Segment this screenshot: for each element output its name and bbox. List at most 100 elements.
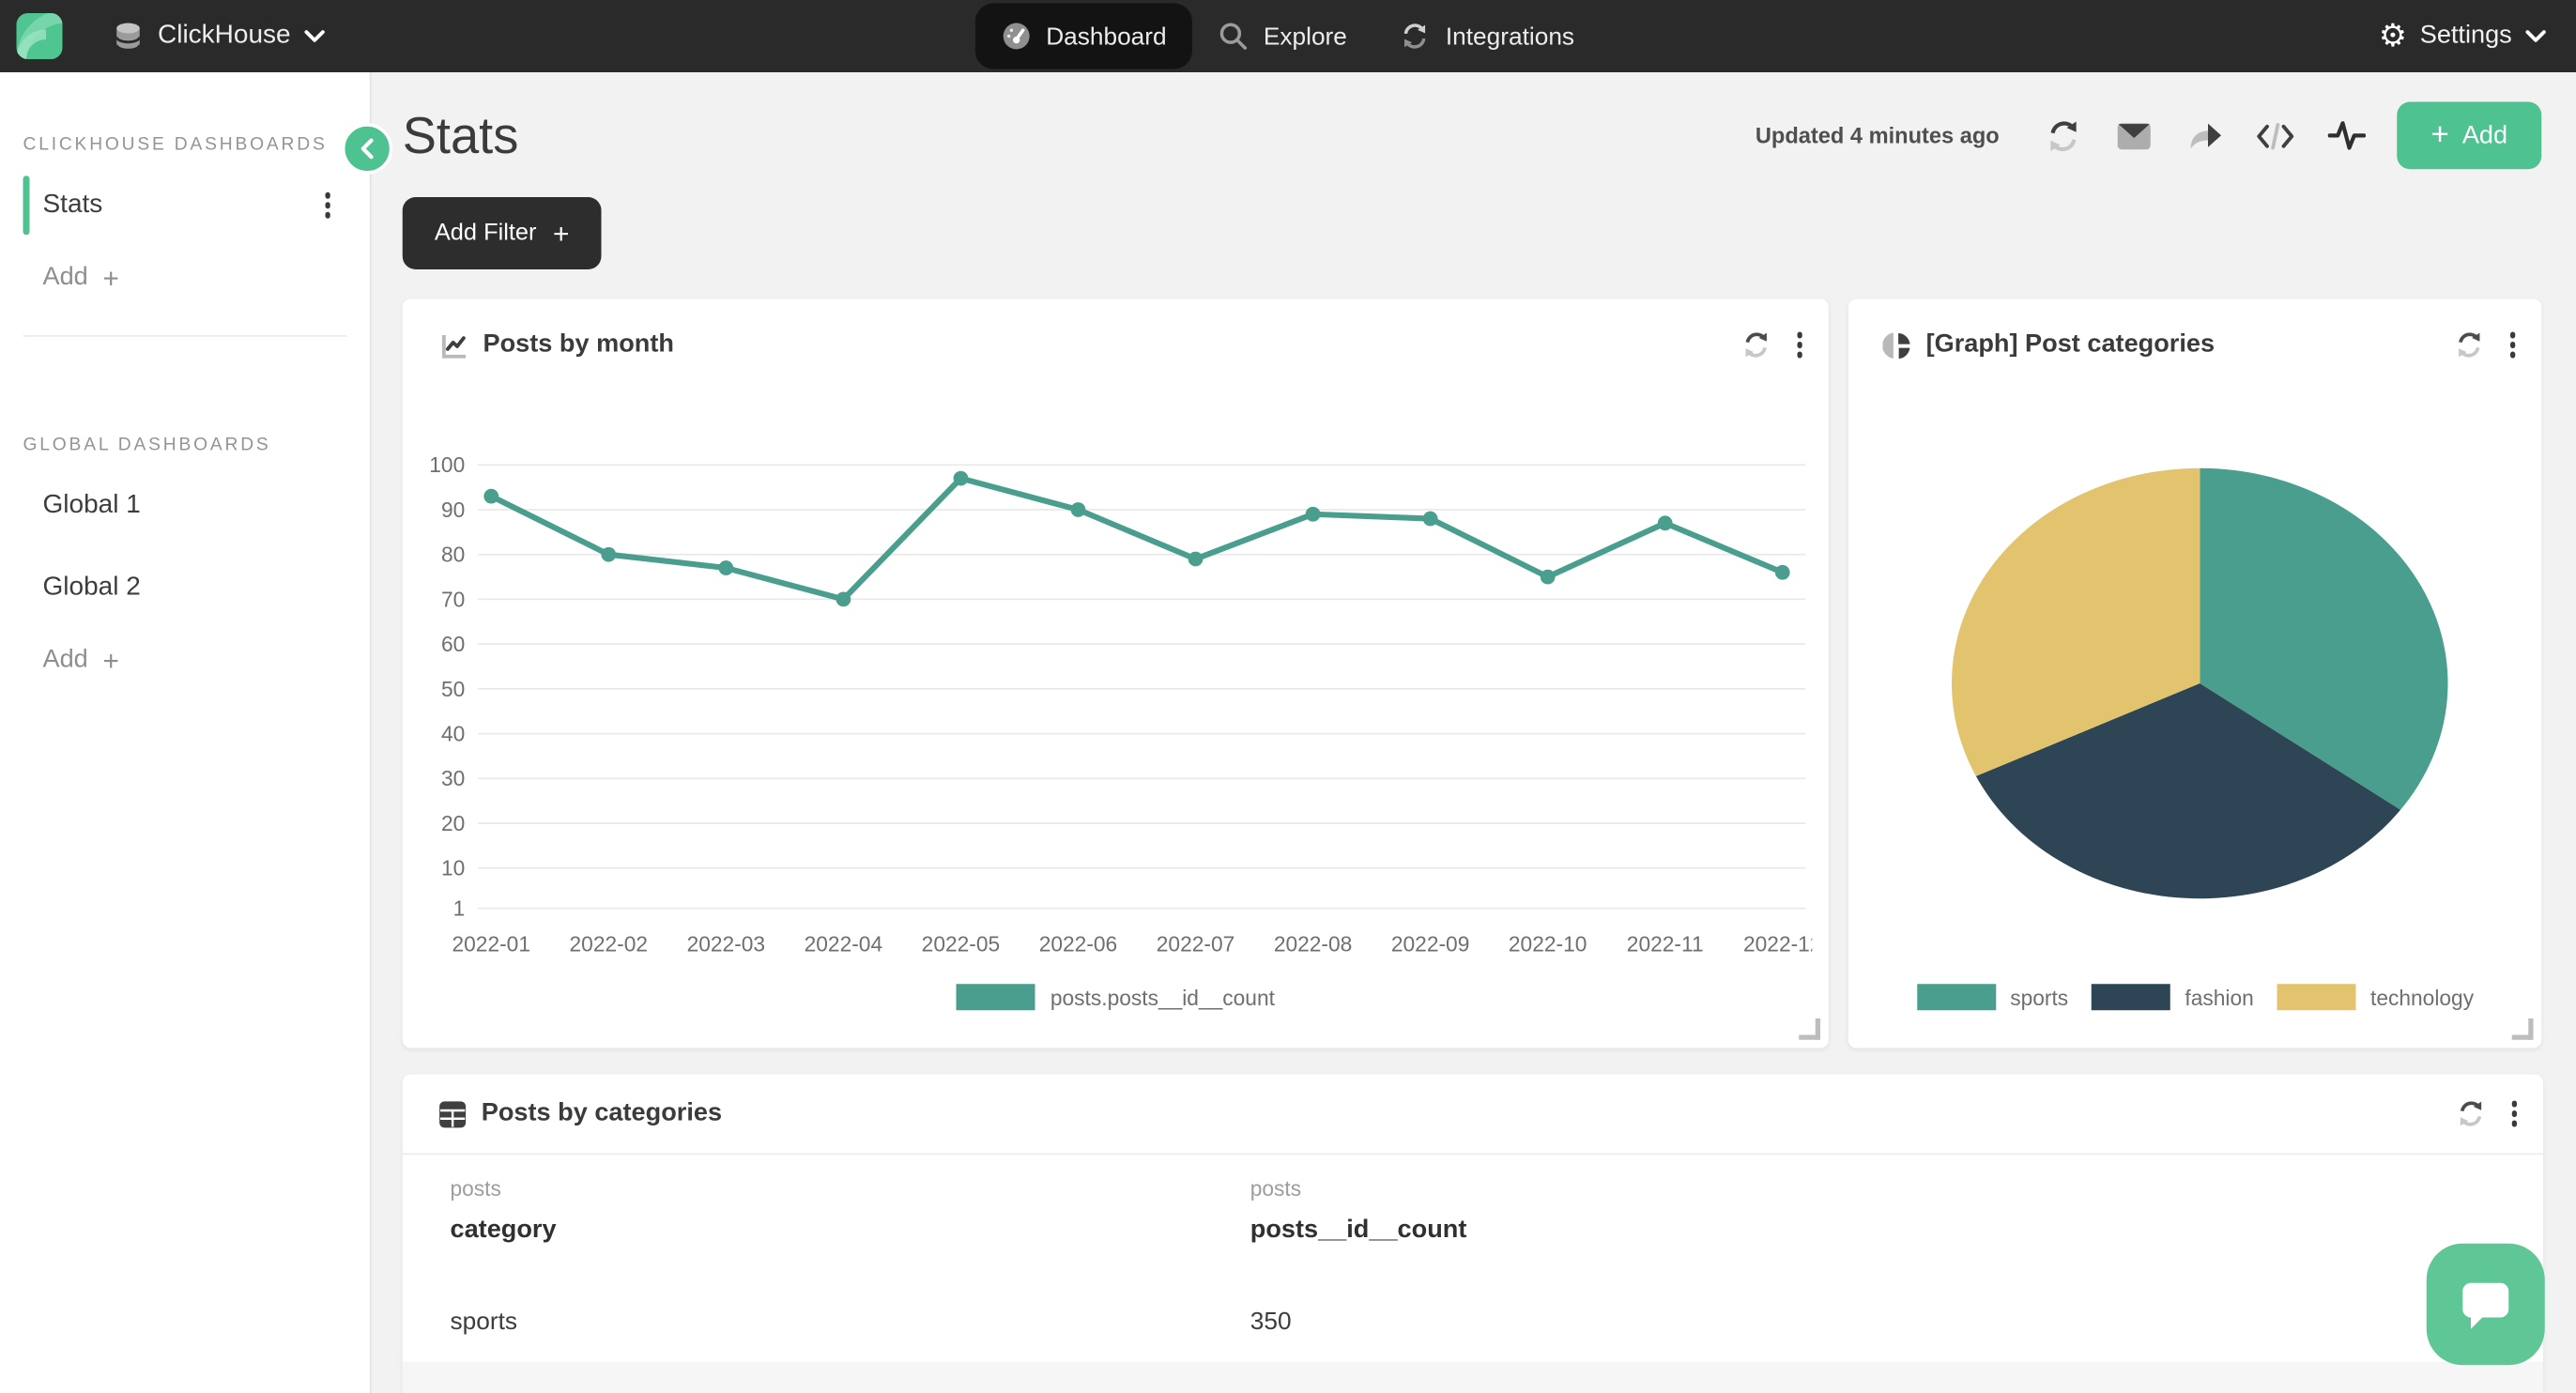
svg-text:20: 20 <box>441 811 465 835</box>
sidebar: CLICKHOUSE DASHBOARDS Stats Add + GLOBAL… <box>0 72 372 1393</box>
table-column-header[interactable]: posts posts__id__count <box>1250 1176 2050 1246</box>
card-refresh-button[interactable] <box>2447 324 2491 367</box>
column-name: posts__id__count <box>1250 1216 2050 1246</box>
svg-text:1: 1 <box>453 896 466 921</box>
topbar: ClickHouse Dashboard <box>0 0 2576 72</box>
svg-text:100: 100 <box>429 452 465 477</box>
activity-button[interactable] <box>2318 104 2374 167</box>
line-chart-legend: posts.posts__id__count <box>403 984 1830 1010</box>
chevron-down-icon <box>304 30 326 43</box>
card-refresh-button[interactable] <box>1735 324 1778 367</box>
table-icon <box>438 1100 467 1128</box>
svg-text:60: 60 <box>441 632 465 656</box>
table-row[interactable]: sports350 <box>403 1279 2543 1362</box>
plus-icon: + <box>553 220 569 248</box>
resize-grip[interactable] <box>2512 1018 2534 1040</box>
kebab-menu-icon[interactable] <box>325 192 330 218</box>
table-cell: 350 <box>1203 1307 2002 1335</box>
legend-swatch <box>2277 984 2355 1010</box>
refresh-icon <box>1741 330 1771 360</box>
add-label: Add <box>43 263 88 293</box>
table-column-headers: postscategorypostsposts__id__count <box>451 1176 2544 1246</box>
posts-by-month-line-chart: 10090807060504030201012022-012022-022022… <box>416 451 1813 973</box>
refresh-button[interactable] <box>2035 104 2092 167</box>
post-categories-pie-chart <box>1848 462 2552 912</box>
tab-explore[interactable]: Explore <box>1193 4 1373 69</box>
chat-launcher-button[interactable] <box>2427 1244 2545 1366</box>
tab-integrations[interactable]: Integrations <box>1373 4 1601 69</box>
tab-dashboard[interactable]: Dashboard <box>975 4 1193 69</box>
legend-label: fashion <box>2185 985 2253 1009</box>
card-posts-by-month: Posts by month <box>403 299 1830 1049</box>
card-posts-by-categories: Posts by categories <box>403 1075 2543 1393</box>
table-cell: 329 <box>1203 1389 2002 1393</box>
pie-chart-legend: sportsfashiontechnology <box>1848 984 2541 1010</box>
resize-grip[interactable] <box>1800 1018 1821 1040</box>
column-group: posts <box>1250 1176 2050 1201</box>
card-kebab-menu[interactable] <box>1797 332 1802 358</box>
svg-text:2022-03: 2022-03 <box>687 931 766 956</box>
table-row[interactable]: fashion329 <box>403 1362 2543 1393</box>
add-filter-label: Add Filter <box>435 221 537 247</box>
add-label: Add <box>43 646 88 676</box>
email-button[interactable] <box>2107 104 2163 167</box>
svg-text:40: 40 <box>441 721 465 745</box>
sidebar-item-global-1[interactable]: Global 1 <box>0 475 370 538</box>
share-button[interactable] <box>2177 104 2233 167</box>
svg-text:30: 30 <box>441 766 465 790</box>
page-header: Stats Updated 4 minutes ago <box>403 102 2542 170</box>
svg-text:2022-09: 2022-09 <box>1391 931 1470 956</box>
main-nav-tabs: Dashboard Explore Integrations <box>975 0 1601 72</box>
app-root: ClickHouse Dashboard <box>0 0 2576 1393</box>
chevron-down-icon <box>2525 30 2547 43</box>
legend-swatch <box>957 984 1035 1010</box>
table-cell: fashion <box>403 1389 1203 1393</box>
legend-item: posts.posts__id__count <box>957 984 1275 1010</box>
card-refresh-button[interactable] <box>2448 1093 2492 1136</box>
sidebar-item-label: Global 2 <box>43 574 141 604</box>
card-title: [Graph] Post categories <box>1926 330 2216 360</box>
svg-text:2022-10: 2022-10 <box>1509 931 1587 956</box>
settings-menu[interactable]: ⚙ Settings <box>2379 21 2576 52</box>
plus-icon: + <box>103 264 119 292</box>
tab-label: Explore <box>1264 23 1347 51</box>
app-logo[interactable] <box>17 13 63 59</box>
sidebar-add-dashboard[interactable]: Add + <box>43 263 370 293</box>
mail-icon <box>2116 121 2153 151</box>
share-forward-icon <box>2186 120 2223 151</box>
sidebar-collapse-button[interactable] <box>342 123 392 174</box>
add-filter-button[interactable]: Add Filter + <box>403 197 602 269</box>
tab-label: Integrations <box>1446 23 1574 51</box>
sidebar-item-label: Global 1 <box>43 491 141 521</box>
card-title: Posts by categories <box>482 1099 722 1129</box>
table-column-header[interactable]: postscategory <box>451 1176 1250 1246</box>
activity-pulse-icon <box>2327 118 2365 153</box>
sidebar-item-stats[interactable]: Stats <box>0 175 370 237</box>
legend-label: posts.posts__id__count <box>1050 985 1275 1009</box>
svg-text:10: 10 <box>441 856 465 880</box>
svg-text:2022-12: 2022-12 <box>1743 931 1812 956</box>
datasource-switcher[interactable]: ClickHouse <box>112 21 325 52</box>
settings-label: Settings <box>2420 22 2512 52</box>
plus-icon: + <box>2430 120 2448 151</box>
svg-text:2022-06: 2022-06 <box>1039 931 1117 956</box>
table-body: sports350fashion329 <box>403 1279 2543 1393</box>
svg-text:2022-05: 2022-05 <box>922 931 1001 956</box>
updated-timestamp: Updated 4 minutes ago <box>1756 123 2000 147</box>
database-icon <box>112 21 145 52</box>
add-widget-button[interactable]: + Add <box>2397 102 2541 170</box>
chevron-left-icon <box>360 138 375 160</box>
svg-text:2022-04: 2022-04 <box>805 931 883 956</box>
sidebar-add-global-dashboard[interactable]: Add + <box>43 646 370 676</box>
sidebar-divider <box>23 335 347 337</box>
refresh-icon <box>2454 330 2484 360</box>
card-kebab-menu[interactable] <box>2509 332 2515 358</box>
pie-chart-icon <box>1883 331 1911 360</box>
embed-code-button[interactable] <box>2247 104 2304 167</box>
svg-text:90: 90 <box>441 498 465 522</box>
sidebar-item-global-2[interactable]: Global 2 <box>0 557 370 620</box>
column-group: posts <box>451 1176 1250 1201</box>
card-kebab-menu[interactable] <box>2511 1101 2517 1126</box>
svg-text:2022-07: 2022-07 <box>1157 931 1235 956</box>
sidebar-section-title: CLICKHOUSE DASHBOARDS <box>23 135 370 155</box>
